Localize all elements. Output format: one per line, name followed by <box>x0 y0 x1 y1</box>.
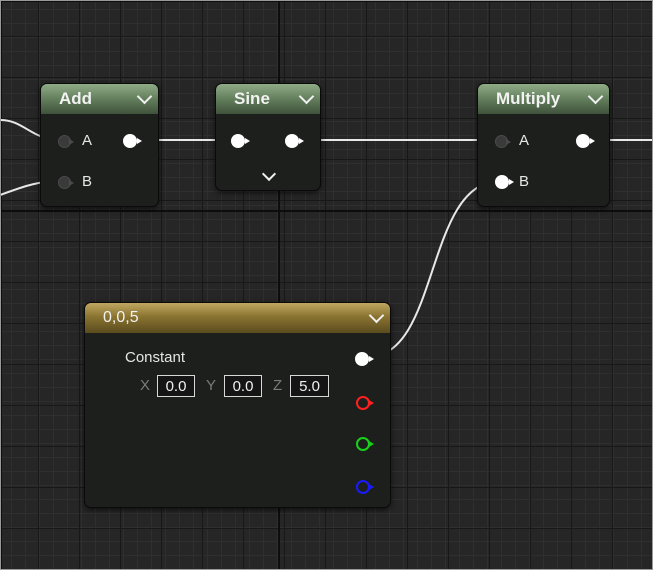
constant-node[interactable]: 0,0,5 Constant X 0.0 Y 0.0 Z 5.0 <box>84 302 391 508</box>
blue-channel-pin[interactable] <box>356 480 374 494</box>
multiply-input-b-pin[interactable] <box>495 175 514 189</box>
add-input-b-label: B <box>82 173 93 190</box>
add-output-pin[interactable] <box>123 134 142 148</box>
chevron-down-icon[interactable] <box>368 307 385 323</box>
constant-output-pin[interactable] <box>355 352 374 366</box>
constant-node-header[interactable]: 0,0,5 <box>85 303 390 333</box>
sine-output-pin[interactable] <box>285 134 304 148</box>
y-value-field[interactable]: 0.0 <box>224 375 262 397</box>
constant-label: Constant <box>125 349 186 366</box>
expand-chevron-icon[interactable] <box>261 166 277 182</box>
red-channel-pin[interactable] <box>356 396 374 410</box>
multiply-node-title: Multiply <box>496 89 561 108</box>
chevron-down-icon[interactable] <box>298 88 315 104</box>
chevron-down-icon[interactable] <box>587 88 604 104</box>
add-input-a-label: A <box>82 132 93 149</box>
constant-node-title: 0,0,5 <box>103 309 139 326</box>
multiply-input-a-label: A <box>519 132 530 149</box>
y-label: Y <box>206 377 217 394</box>
add-node-header[interactable]: Add <box>41 84 158 114</box>
multiply-node[interactable]: Multiply A B <box>477 83 610 207</box>
sine-node-title: Sine <box>234 89 270 108</box>
sine-node[interactable]: Sine <box>215 83 321 191</box>
add-input-b-pin[interactable] <box>58 176 74 189</box>
multiply-input-b-label: B <box>519 173 530 190</box>
add-node[interactable]: Add A B <box>40 83 159 207</box>
x-value-field[interactable]: 0.0 <box>157 375 195 397</box>
add-input-a-pin[interactable] <box>58 135 74 148</box>
multiply-output-pin[interactable] <box>576 134 595 148</box>
sine-node-header[interactable]: Sine <box>216 84 320 114</box>
multiply-node-header[interactable]: Multiply <box>478 84 609 114</box>
z-value-field[interactable]: 5.0 <box>290 375 329 397</box>
add-node-title: Add <box>59 89 93 108</box>
multiply-input-a-pin[interactable] <box>495 135 511 148</box>
sine-input-pin[interactable] <box>231 134 250 148</box>
z-label: Z <box>273 377 283 394</box>
green-channel-pin[interactable] <box>356 437 374 451</box>
x-label: X <box>140 377 151 394</box>
chevron-down-icon[interactable] <box>136 88 153 104</box>
